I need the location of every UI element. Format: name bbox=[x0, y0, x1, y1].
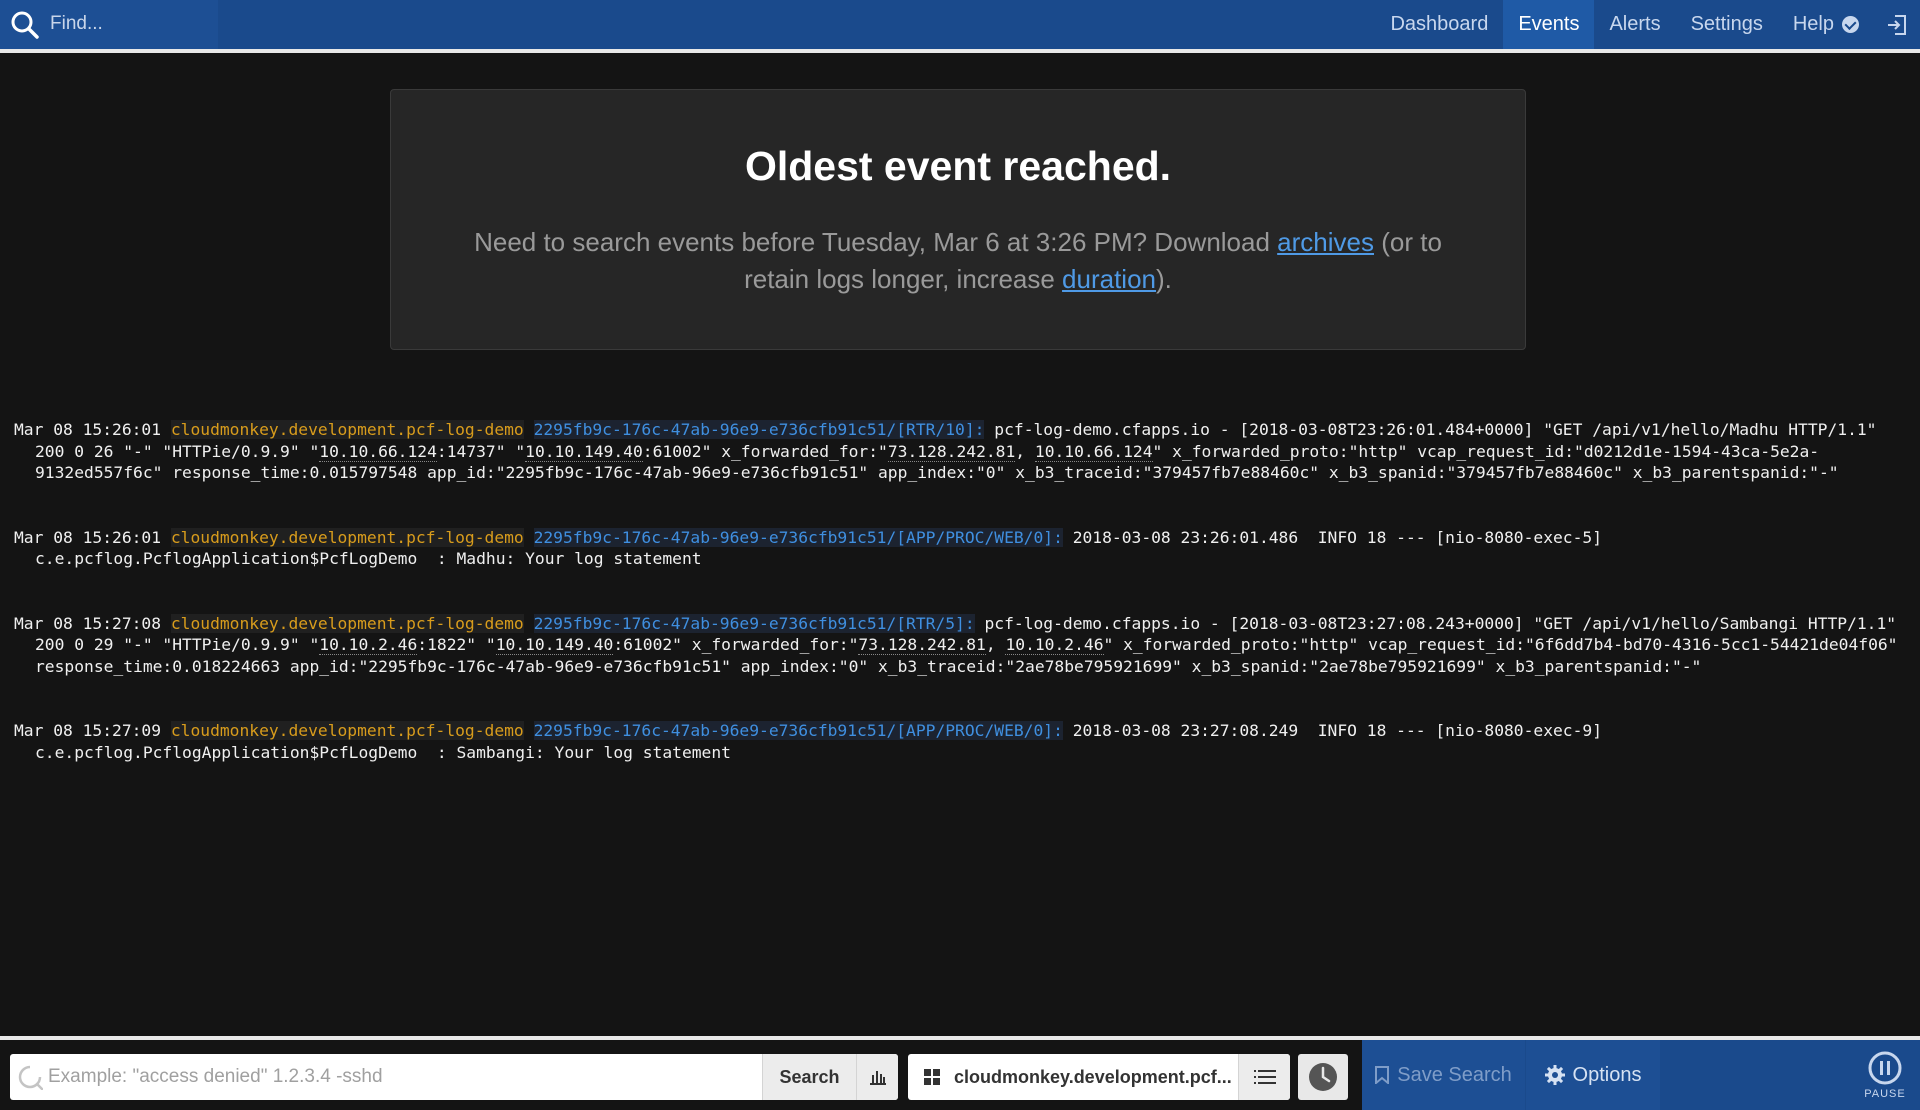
event-time: Mar 08 15:26:01 bbox=[14, 527, 162, 547]
options-label: Options bbox=[1572, 1063, 1642, 1086]
nav-settings-label: Settings bbox=[1690, 13, 1763, 35]
time-selector-button[interactable] bbox=[1298, 1054, 1348, 1100]
group-list-button[interactable] bbox=[1238, 1054, 1290, 1100]
search-button-label: Search bbox=[779, 1066, 840, 1087]
message-part: :1822" " bbox=[417, 635, 496, 654]
find-box[interactable] bbox=[0, 0, 218, 49]
pause-button[interactable]: PAUSE bbox=[1850, 1040, 1920, 1110]
ip-address[interactable]: 10.10.66.124 bbox=[1034, 441, 1153, 462]
event-program[interactable]: 2295fb9c-176c-47ab-96e9-e736cfb91c51/[RT… bbox=[533, 613, 975, 633]
grid-icon bbox=[924, 1069, 940, 1085]
chevron-down-icon bbox=[1842, 16, 1859, 33]
find-input[interactable] bbox=[50, 9, 210, 39]
ip-address[interactable]: 10.10.149.40 bbox=[525, 441, 643, 462]
duration-link[interactable]: duration bbox=[1062, 264, 1156, 294]
message-part: :14737" " bbox=[436, 441, 526, 461]
search-icon bbox=[11, 11, 39, 39]
search-input[interactable] bbox=[48, 1062, 748, 1092]
top-navigation-bar: Dashboard Events Alerts Settings Help bbox=[0, 0, 1920, 53]
pause-label: PAUSE bbox=[1864, 1087, 1906, 1100]
save-search-label: Save Search bbox=[1397, 1063, 1512, 1086]
archives-link[interactable]: archives bbox=[1277, 227, 1374, 257]
bottom-actions: Save Search Options PAUSE bbox=[1362, 1040, 1920, 1110]
ip-address[interactable]: 10.10.66.124 bbox=[319, 441, 437, 462]
clock-icon bbox=[1309, 1063, 1337, 1091]
bar-chart-icon bbox=[869, 1071, 886, 1085]
log-velocity-button[interactable] bbox=[856, 1054, 898, 1100]
nav-alerts[interactable]: Alerts bbox=[1594, 0, 1675, 49]
event-source[interactable]: cloudmonkey.development.pcf-log-demo bbox=[170, 721, 524, 740]
event-time: Mar 08 15:27:09 bbox=[14, 721, 162, 740]
nav-events-label: Events bbox=[1518, 13, 1580, 35]
log-event[interactable]: Mar 08 15:27:08 cloudmonkey.development.… bbox=[14, 613, 1909, 678]
event-log: Mar 08 15:26:01 cloudmonkey.development.… bbox=[14, 376, 1909, 785]
notice-text: Need to search events before Tuesday, Ma… bbox=[448, 224, 1468, 298]
event-time: Mar 08 15:27:08 bbox=[14, 613, 162, 633]
bookmark-icon bbox=[1375, 1066, 1390, 1084]
nav-help-label: Help bbox=[1792, 13, 1834, 35]
options-button[interactable]: Options bbox=[1526, 1040, 1660, 1110]
event-program[interactable]: 2295fb9c-176c-47ab-96e9-e736cfb91c51/[AP… bbox=[533, 721, 1063, 740]
message-part: :61002" x_forwarded_for:" bbox=[613, 635, 859, 654]
oldest-event-notice: Oldest event reached. Need to search eve… bbox=[390, 89, 1526, 350]
log-event[interactable]: Mar 08 15:26:01 cloudmonkey.development.… bbox=[14, 419, 1909, 484]
message-part: , bbox=[985, 635, 1006, 654]
event-program[interactable]: 2295fb9c-176c-47ab-96e9-e736cfb91c51/[RT… bbox=[533, 420, 985, 439]
nav-events[interactable]: Events bbox=[1503, 0, 1595, 49]
main-nav: Dashboard Events Alerts Settings Help bbox=[1375, 0, 1920, 49]
nav-alerts-label: Alerts bbox=[1609, 13, 1661, 35]
nav-dashboard[interactable]: Dashboard bbox=[1375, 0, 1503, 49]
nav-dashboard-label: Dashboard bbox=[1390, 13, 1489, 35]
search-spinner-icon bbox=[18, 1065, 43, 1090]
ip-address[interactable]: 73.128.242.81 bbox=[887, 441, 1016, 462]
event-program[interactable]: 2295fb9c-176c-47ab-96e9-e736cfb91c51/[AP… bbox=[533, 527, 1063, 547]
log-event[interactable]: Mar 08 15:27:09 cloudmonkey.development.… bbox=[14, 720, 1909, 763]
logout-icon bbox=[1888, 14, 1906, 35]
ip-address[interactable]: 10.10.2.46 bbox=[1005, 635, 1104, 655]
event-source[interactable]: cloudmonkey.development.pcf-log-demo bbox=[170, 613, 524, 633]
nav-help[interactable]: Help bbox=[1778, 0, 1874, 49]
event-time: Mar 08 15:26:01 bbox=[14, 420, 162, 439]
gear-icon bbox=[1544, 1065, 1565, 1085]
ip-address[interactable]: 73.128.242.81 bbox=[858, 635, 986, 655]
bottom-search-bar: Search cloudmonkey.development.pcf... bbox=[0, 1036, 1920, 1110]
pause-icon bbox=[1868, 1051, 1902, 1084]
search-box[interactable]: Search bbox=[10, 1054, 898, 1100]
logout-button[interactable] bbox=[1874, 0, 1920, 49]
nav-settings[interactable]: Settings bbox=[1676, 0, 1778, 49]
event-source[interactable]: cloudmonkey.development.pcf-log-demo bbox=[170, 420, 524, 439]
ip-address[interactable]: 10.10.2.46 bbox=[319, 635, 418, 655]
search-button[interactable]: Search bbox=[762, 1054, 856, 1100]
group-label: cloudmonkey.development.pcf... bbox=[954, 1067, 1232, 1087]
notice-text-after: ). bbox=[1156, 264, 1172, 294]
log-event[interactable]: Mar 08 15:26:01 cloudmonkey.development.… bbox=[14, 527, 1909, 570]
notice-title: Oldest event reached. bbox=[744, 143, 1172, 189]
list-icon bbox=[1253, 1070, 1276, 1084]
message-part: :61002" x_forwarded_for:" bbox=[642, 441, 888, 461]
save-search-button[interactable]: Save Search bbox=[1362, 1040, 1525, 1110]
event-source[interactable]: cloudmonkey.development.pcf-log-demo bbox=[170, 527, 524, 547]
message-part: , bbox=[1015, 441, 1035, 461]
ip-address[interactable]: 10.10.149.40 bbox=[495, 635, 614, 655]
notice-text-before: Need to search events before Tuesday, Ma… bbox=[474, 227, 1278, 257]
group-selector[interactable]: cloudmonkey.development.pcf... bbox=[908, 1054, 1290, 1100]
